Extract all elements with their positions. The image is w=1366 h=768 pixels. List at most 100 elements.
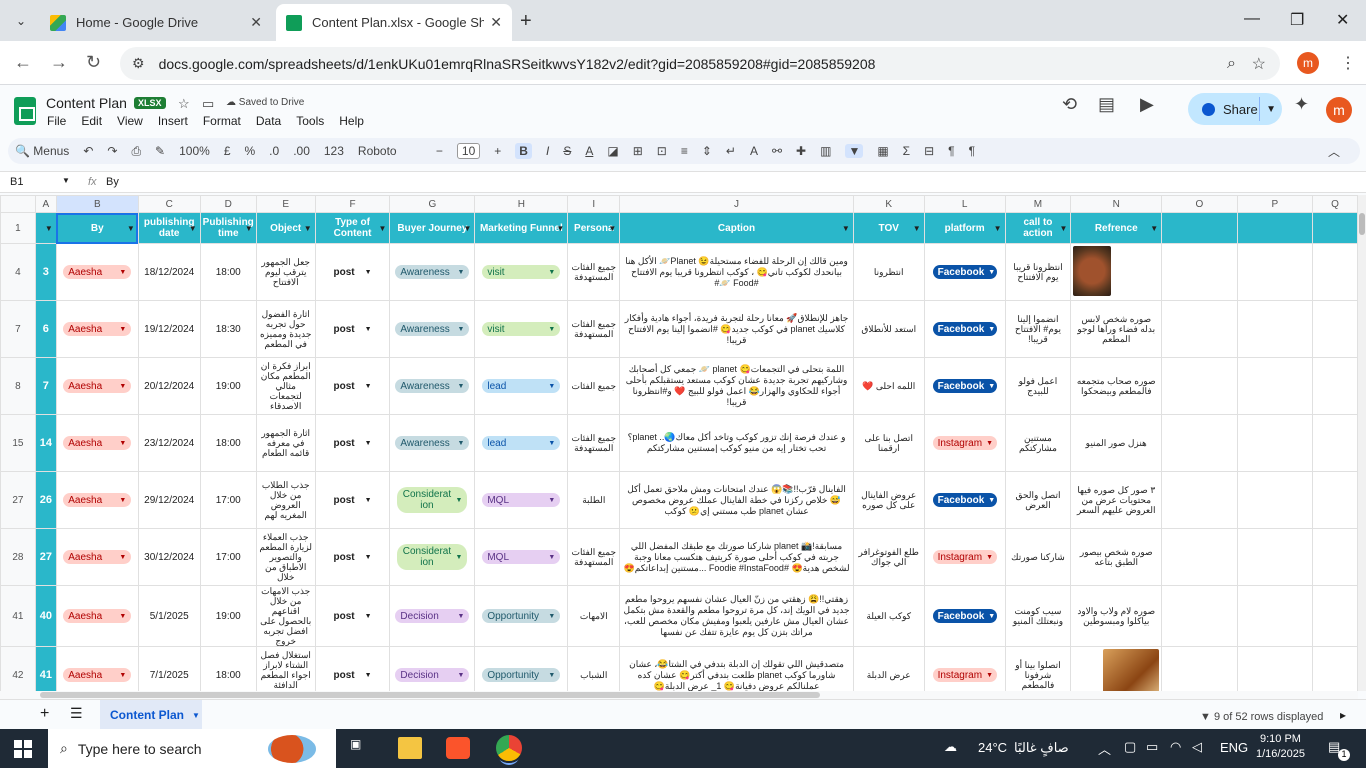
filter-icon[interactable]: ▼ [45,223,53,234]
reference-cell[interactable]: صوره شخص بيصور الطبق بتاعه [1070,528,1163,586]
caption-cell[interactable]: مسابقة!📸 planet شاركنا صورتك مع طبقك الم… [619,528,854,586]
type-cell[interactable]: post ▼ [314,357,391,415]
platform-cell[interactable]: Facebook ▼ [923,357,1006,415]
currency-button[interactable]: £ [224,144,231,158]
chevron-down-icon[interactable]: ▼ [119,383,126,390]
link-icon[interactable]: ⚯ [772,144,782,158]
id-cell[interactable]: 6 [34,300,57,358]
reference-cell[interactable]: صوره لام ولاب والاود بياكلوا ومبسوطين [1070,585,1163,647]
empty-cell[interactable] [1236,528,1314,586]
empty-cell[interactable] [1236,357,1314,415]
column-header[interactable]: Q [1312,195,1358,213]
caption-cell[interactable]: الفاينال قرّب!!📚😱 عندك امتحانات ومش ملاح… [619,471,854,529]
funnel-chip[interactable]: Opportunity ▼ [482,668,561,682]
chevron-down-icon[interactable]: ▼ [365,326,372,333]
object-cell[interactable]: ابراز فكرة ان المطعم مكان مثالي لتجمعات … [255,357,316,415]
time-cell[interactable]: 18:00 [199,646,257,691]
by-cell[interactable]: Aaesha ▼ [55,414,139,472]
column-header[interactable]: N [1070,195,1163,213]
tov-cell[interactable]: اتصل بنا على ارقمنا [852,414,925,472]
funnel-chip[interactable]: MQL ▼ [482,550,561,564]
empty-cell[interactable] [1161,357,1238,415]
name-box[interactable]: B1 [10,176,23,188]
type-chip[interactable]: post ▼ [329,609,377,623]
persona-cell[interactable]: جميع الفئات المستهدفة [567,528,621,586]
persona-cell[interactable]: جميع الفئات المستهدفة [567,414,621,472]
select-all-corner[interactable] [0,195,36,213]
filter-icon[interactable]: ▼ [842,223,850,234]
persona-cell[interactable]: الشباب [567,646,621,691]
reference-cell[interactable] [1070,646,1163,691]
persona-cell[interactable]: الامهات [567,585,621,647]
percent-button[interactable]: % [245,144,256,158]
journey-cell[interactable]: Considerat ion ▼ [389,471,476,529]
journey-cell[interactable]: Decision ▼ [389,585,476,647]
time-cell[interactable]: 18:30 [199,300,257,358]
date-cell[interactable]: 29/12/2024 [137,471,201,529]
column-header[interactable]: M [1004,195,1072,213]
platform-cell[interactable]: Facebook ▼ [923,300,1006,358]
chevron-down-icon[interactable]: ▼ [548,672,555,679]
journey-cell[interactable]: Decision ▼ [389,646,476,691]
reload-icon[interactable]: ↻ [86,52,101,73]
column-header[interactable]: A [34,195,57,213]
column-header[interactable]: D [199,195,257,213]
id-cell[interactable]: 14 [34,414,57,472]
site-info-icon[interactable]: ⚙ [132,55,145,72]
chevron-down-icon[interactable]: ▼ [457,269,464,276]
bold-button[interactable]: B [515,143,532,159]
empty-cell[interactable] [1312,243,1358,301]
chevron-down-icon[interactable]: ▼ [455,552,462,563]
platform-chip[interactable]: Facebook ▼ [932,609,997,623]
tov-cell[interactable]: عرض الدبلة [852,646,925,691]
caption-cell[interactable]: و عندك فرصة إنك تزور كوكب وتاخد أكل معاك… [619,414,854,472]
funnel-cell[interactable]: MQL ▼ [474,528,569,586]
chevron-down-icon[interactable]: ▼ [365,440,372,447]
object-cell[interactable]: اثارة الفضول حول تجربه جديدة ومميزه في ا… [255,300,316,358]
time-cell[interactable]: 18:00 [199,243,257,301]
clock[interactable]: 9:10 PM 1/16/2025 [1256,732,1305,762]
sheets-logo-icon[interactable] [14,97,36,125]
row-number[interactable]: 42 [0,646,36,691]
column-header[interactable]: I [567,195,621,213]
type-cell[interactable]: post ▼ [314,471,391,529]
platform-chip[interactable]: Facebook ▼ [932,265,997,279]
volume-icon[interactable]: ◁ [1192,739,1202,755]
journey-cell[interactable]: Awareness ▼ [389,243,476,301]
menu-tools[interactable]: Tools [296,114,324,128]
formula-input[interactable]: By [106,176,119,188]
funnel-chip[interactable]: visit ▼ [482,322,561,336]
platform-cell[interactable]: Facebook ▼ [923,243,1006,301]
sheet-tab[interactable]: Content Plan ▼ [100,700,202,730]
persona-cell[interactable]: جميع الفئات المستهدفة [567,243,621,301]
chrome-icon[interactable] [494,733,524,763]
cta-cell[interactable]: اعمل فولو للبيدج [1004,357,1072,415]
reference-cell[interactable] [1070,243,1163,301]
date-cell[interactable]: 5/1/2025 [137,585,201,647]
column-header[interactable]: F [314,195,391,213]
bookmark-star-icon[interactable]: ☆ [1252,54,1266,74]
persona-cell[interactable]: جميع الفئات المستهدفة [567,300,621,358]
date-cell[interactable]: 20/12/2024 [137,357,201,415]
language-label[interactable]: ENG [1220,740,1248,755]
header-cell[interactable]: Marketing Funnel ▼ [474,212,569,244]
chevron-down-icon[interactable]: ▼ [192,711,200,720]
caption-cell[interactable]: جاهز للإنطلاق🚀 معانا رحلة لتجربة فريدة، … [619,300,854,358]
platform-chip[interactable]: Facebook ▼ [932,322,997,336]
empty-header-cell[interactable] [1161,212,1238,244]
align-horizontal-icon[interactable]: ≡ [681,144,688,158]
header-cell[interactable]: ▼ [34,212,57,244]
empty-header-cell[interactable] [1236,212,1314,244]
person-chip[interactable]: Aaesha ▼ [63,668,132,682]
platform-chip[interactable]: Instagram ▼ [932,550,997,564]
time-cell[interactable]: 19:00 [199,585,257,647]
platform-chip[interactable]: Instagram ▼ [932,668,997,682]
type-chip[interactable]: post ▼ [329,379,377,393]
wifi-icon[interactable]: ◠ [1170,739,1181,755]
chevron-down-icon[interactable]: ▼ [548,440,555,447]
filter-icon[interactable]: ▼ [1150,223,1158,234]
row-number[interactable]: 7 [0,300,36,358]
journey-cell[interactable]: Considerat ion ▼ [389,528,476,586]
row-number[interactable]: 1 [0,212,36,244]
empty-cell[interactable] [1236,300,1314,358]
